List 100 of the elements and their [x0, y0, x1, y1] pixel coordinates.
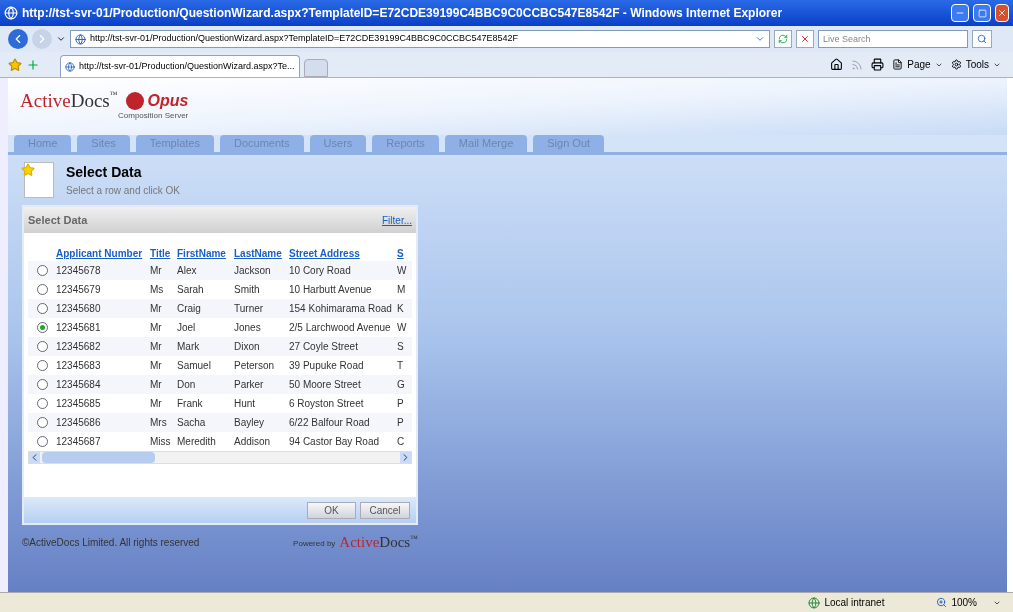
table-cell-text: Peterson	[234, 359, 276, 373]
tools-menu[interactable]: Tools	[950, 57, 1001, 72]
close-button[interactable]	[995, 4, 1009, 22]
table-cell-text: 39 Pupuke Road	[289, 359, 365, 373]
trademark: ™	[410, 535, 418, 543]
stop-button[interactable]	[796, 30, 814, 48]
page-subtitle: Select a row and click OK	[66, 184, 180, 198]
logo-subtitle: Composition Server	[118, 110, 189, 122]
table-cell-text: 10 Cory Road	[289, 264, 352, 278]
radio-button[interactable]	[36, 322, 48, 333]
radio-button[interactable]	[36, 284, 48, 295]
table-cell-text: Jones	[234, 321, 262, 335]
product-name: Opus	[147, 92, 189, 109]
table-cell-text: Samuel	[177, 359, 212, 373]
table-cell-text: 27 Coyle Street	[289, 340, 359, 354]
copyright-text: ©ActiveDocs Limited. All rights reserved	[22, 536, 200, 550]
dialog-button[interactable]: Cancel	[360, 501, 410, 519]
page-menu[interactable]: Page	[892, 57, 943, 72]
table-cell-text: C	[397, 435, 406, 449]
browser-tab[interactable]: http://tst-svr-01/Production/QuestionWizard.aspx?Te...	[60, 55, 300, 77]
column-header[interactable]: Street Address	[289, 246, 397, 261]
table-cell-text: G	[397, 378, 406, 392]
globe-icon	[75, 33, 86, 45]
table-cell-text: K	[397, 302, 405, 316]
radio-button[interactable]	[36, 436, 48, 447]
page-icon	[892, 59, 904, 70]
print-icon[interactable]	[871, 58, 885, 71]
home-icon[interactable]	[830, 58, 844, 71]
table-cell-text: S	[397, 340, 405, 354]
table-cell-text: 12345682	[56, 340, 102, 354]
table-cell-text: Sarah	[177, 283, 205, 297]
table-cell-text: 12345687	[56, 435, 102, 449]
table-cell-text: Mr	[150, 397, 163, 411]
powered-by-text: Powered by	[293, 538, 336, 550]
table-cell-text: 12345679	[56, 283, 102, 297]
radio-button[interactable]	[36, 341, 48, 352]
favorites-icon[interactable]	[8, 57, 22, 72]
filter-link[interactable]: Filter...	[382, 212, 412, 228]
page-title: Select Data	[66, 163, 143, 182]
minimize-button[interactable]	[951, 4, 969, 22]
table-cell-text: 12345681	[56, 321, 102, 335]
table-cell-text: T	[397, 359, 405, 373]
table-cell-text: 12345685	[56, 397, 102, 411]
radio-button[interactable]	[36, 265, 48, 276]
globe-icon	[65, 61, 75, 72]
table-cell-text: Ms	[150, 283, 165, 297]
dialog-button[interactable]: OK	[307, 501, 356, 519]
close-icon	[997, 8, 1007, 18]
table-cell-text: 12345680	[56, 302, 102, 316]
network-icon	[808, 596, 821, 609]
column-header[interactable]: LastName	[234, 246, 289, 261]
table-cell-text: Mr	[150, 302, 163, 316]
column-header[interactable]: Title	[150, 246, 177, 261]
table-cell-text: 6/22 Balfour Road	[289, 416, 371, 430]
scroll-right-icon	[400, 452, 411, 463]
radio-button[interactable]	[36, 360, 48, 371]
table-cell-text: P	[397, 397, 405, 411]
table-cell-text: 12345678	[56, 264, 102, 278]
trademark: ™	[109, 91, 118, 99]
zoom-control[interactable]: 100%	[936, 595, 1001, 610]
table-cell-text: Mr	[150, 264, 163, 278]
table-cell-text: Turner	[234, 302, 265, 316]
table-cell-text: Don	[177, 378, 197, 392]
column-header[interactable]: FirstName	[177, 246, 234, 261]
table-cell-text: Mr	[150, 340, 163, 354]
caret-icon	[755, 34, 765, 44]
window-title: http://tst-svr-01/Production/QuestionWizard.aspx?TemplateID=E72CDE39199C4BBC9C0CCBC547E8542F - Windows Internet Explorer	[22, 5, 784, 22]
radio-button[interactable]	[36, 379, 48, 390]
table-cell-text: Meredith	[177, 435, 217, 449]
table-cell-text: Hunt	[234, 397, 257, 411]
refresh-button[interactable]	[774, 30, 792, 48]
column-header[interactable]: Applicant Number	[56, 246, 150, 261]
table-cell-text: W	[397, 321, 408, 335]
table-cell-text: Joel	[177, 321, 197, 335]
table-cell-text: 2/5 Larchwood Avenue	[289, 321, 392, 335]
brand-name: ActiveDocs	[339, 535, 411, 550]
dropdown-icon[interactable]	[56, 34, 66, 44]
horizontal-scrollbar[interactable]	[28, 451, 412, 464]
radio-button[interactable]	[36, 303, 48, 314]
scroll-left-icon	[29, 452, 40, 463]
search-field[interactable]: Live Search	[818, 30, 968, 48]
radio-button[interactable]	[36, 417, 48, 428]
search-button[interactable]	[972, 30, 992, 48]
square-icon	[977, 8, 987, 18]
table-cell-text: Dixon	[234, 340, 261, 354]
restore-button[interactable]	[973, 4, 991, 22]
table-cell-text: Miss	[150, 435, 172, 449]
zoom-icon	[936, 597, 948, 608]
column-header[interactable]: S	[397, 246, 409, 261]
logo-mark-icon	[125, 91, 144, 110]
table-cell-text: Addison	[234, 435, 272, 449]
table-cell-text: Mr	[150, 359, 163, 373]
radio-button[interactable]	[36, 398, 48, 409]
table-cell-text: W	[397, 264, 408, 278]
scrollbar-thumb[interactable]	[42, 452, 155, 463]
address-field[interactable]: http://tst-svr-01/Production/QuestionWizard.aspx?TemplateID=E72CDE39199C4BBC9C0CCBC547E8542F	[70, 30, 770, 48]
back-button[interactable]	[8, 29, 28, 49]
table-cell-text: Parker	[234, 378, 265, 392]
table-cell-text: 12345684	[56, 378, 102, 392]
table-cell-text: P	[397, 416, 405, 430]
